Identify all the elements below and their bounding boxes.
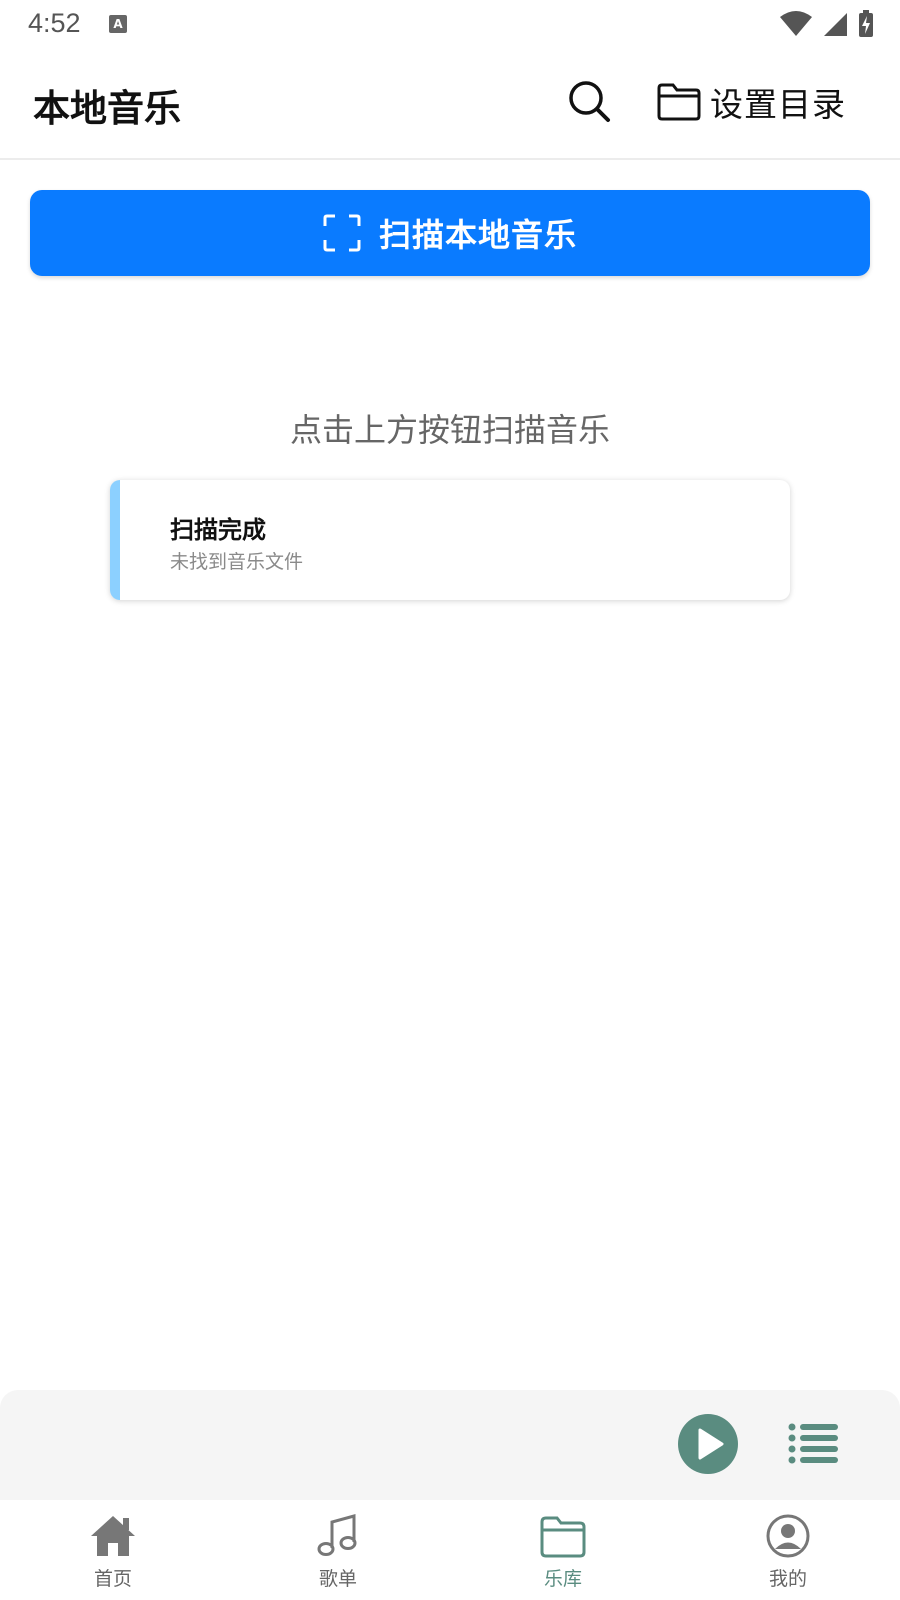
scan-button-label: 扫描本地音乐: [378, 216, 577, 254]
search-icon: [569, 81, 610, 122]
battery-icon: [859, 10, 873, 37]
set-directory-button[interactable]: 设置目录: [656, 78, 846, 126]
playlist-queue-button[interactable]: [788, 1422, 840, 1464]
status-bar: 4:52 A: [0, 0, 900, 48]
play-button[interactable]: [678, 1414, 738, 1474]
scan-local-music-button[interactable]: 扫描本地音乐: [30, 190, 870, 276]
status-time: 4:52: [28, 8, 81, 38]
playlist-queue-icon: [788, 1423, 838, 1464]
mini-player: [0, 1390, 900, 1500]
svg-text:A: A: [113, 17, 123, 31]
profile-icon: [766, 1514, 810, 1558]
status-icons: [780, 10, 874, 38]
nav-label-playlists: 歌单: [318, 1568, 357, 1590]
nav-label-library: 乐库: [543, 1568, 582, 1590]
wifi-icon: [780, 11, 812, 36]
music-note-icon: [317, 1514, 357, 1556]
nav-item-library[interactable]: 乐库: [503, 1512, 623, 1600]
page-title: 本地音乐: [33, 87, 181, 130]
folder-icon: [540, 1516, 586, 1558]
nav-item-home[interactable]: 首页: [53, 1512, 173, 1600]
toast-title: 扫描完成: [170, 516, 266, 544]
keyboard-notification-icon: A: [109, 15, 127, 33]
app-bar: 本地音乐 设置目录: [0, 48, 900, 160]
folder-icon: [657, 83, 701, 121]
toast-accent-bar: [110, 480, 120, 600]
scan-icon: [323, 214, 361, 252]
home-icon: [91, 1516, 135, 1556]
cellular-signal-icon: [824, 13, 847, 36]
nav-item-profile[interactable]: 我的: [728, 1512, 848, 1600]
set-directory-label: 设置目录: [710, 85, 846, 124]
nav-item-playlists[interactable]: 歌单: [278, 1512, 398, 1600]
play-icon: [678, 1414, 738, 1474]
toast-notification: 扫描完成 未找到音乐文件: [110, 480, 790, 600]
empty-state-hint: 点击上方按钮扫描音乐: [289, 411, 610, 449]
nav-label-profile: 我的: [768, 1568, 807, 1590]
toast-message: 未找到音乐文件: [170, 551, 304, 573]
bottom-navigation: 首页 歌单 乐库 我的: [0, 1500, 900, 1600]
search-button[interactable]: [566, 78, 614, 126]
nav-label-home: 首页: [93, 1568, 132, 1590]
